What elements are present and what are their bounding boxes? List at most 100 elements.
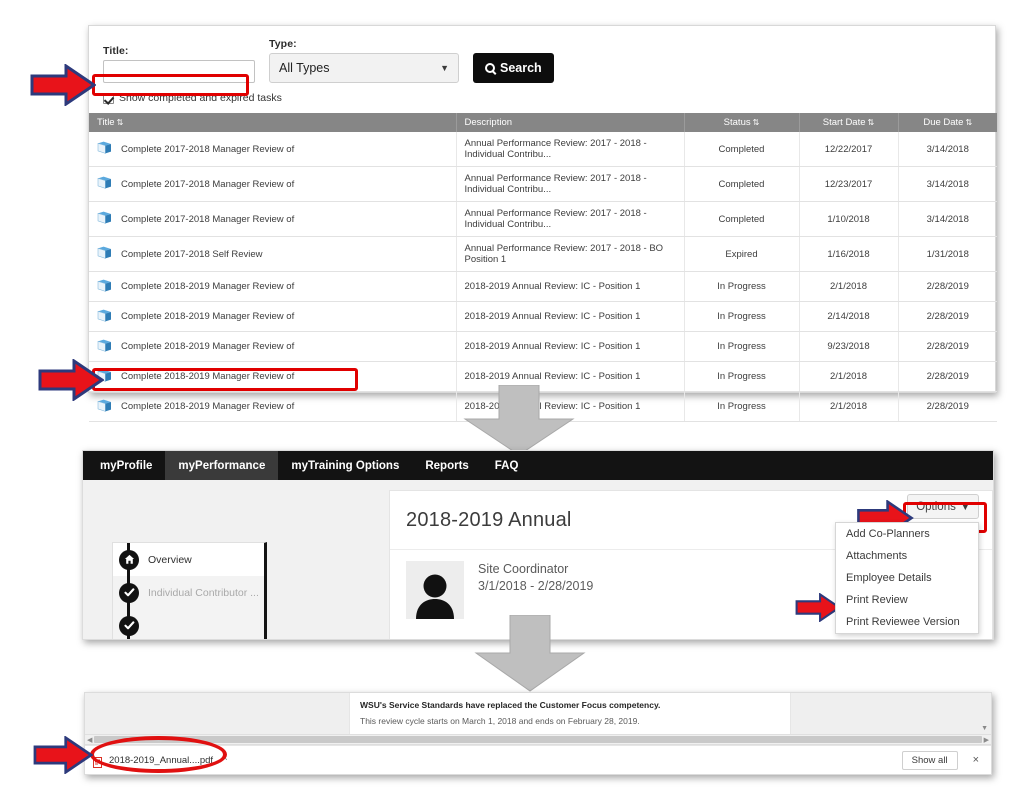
cell-title[interactable]: Complete 2017-2018 Manager Review of <box>89 201 457 237</box>
rail-item-next[interactable] <box>113 609 264 639</box>
nav-item-mytraining-options[interactable]: myTraining Options <box>278 451 412 480</box>
cell-title[interactable]: Complete 2017-2018 Manager Review of <box>89 166 457 202</box>
due-date-text: 2/28/2019 <box>926 341 969 352</box>
top-navigation: myProfile myPerformance myTraining Options… <box>83 451 993 480</box>
task-description-text: 2018-2019 Annual Review: IC - Position 1 <box>464 281 641 292</box>
performance-page-panel: myProfile myPerformance myTraining Options… <box>82 450 994 640</box>
task-title-text: Complete 2017-2018 Manager Review of <box>121 143 295 155</box>
cell-status: Expired <box>684 236 800 272</box>
menu-item-employee-details[interactable]: Employee Details <box>836 567 978 589</box>
due-date-text: 3/14/2018 <box>926 143 969 155</box>
menu-item-print-reviewee-version[interactable]: Print Reviewee Version <box>836 611 978 633</box>
task-table-body: Complete 2017-2018 Manager Review of Annu… <box>89 132 997 422</box>
type-select-value: All Types <box>279 61 330 75</box>
nav-item-myprofile[interactable]: myProfile <box>87 451 165 480</box>
options-button[interactable]: Options ▼ <box>907 494 979 519</box>
show-completed-checkbox-row[interactable]: Show completed and expired tasks <box>103 92 981 104</box>
cell-due-date: 2/28/2019 <box>898 271 997 302</box>
cell-title[interactable]: Complete 2018-2019 Manager Review of <box>89 331 457 362</box>
document-preview-strip: WSU's Service Standards have replaced th… <box>85 693 991 734</box>
menu-item-add-co-planners[interactable]: Add Co-Planners <box>836 523 978 545</box>
notebook-icon <box>97 339 112 355</box>
cell-start-date: 2/14/2018 <box>799 301 899 332</box>
cell-due-date: 3/14/2018 <box>898 166 997 202</box>
status-badge: In Progress <box>717 341 766 352</box>
col-header-status[interactable]: Status ⇅ <box>684 113 800 132</box>
cell-start-date: 1/16/2018 <box>799 236 899 272</box>
col-header-start-date[interactable]: Start Date ⇅ <box>799 113 899 132</box>
chevron-down-icon: ▼ <box>960 501 970 512</box>
title-search-input[interactable] <box>103 60 255 83</box>
horizontal-scrollbar[interactable]: ◀ ▶ <box>85 734 991 745</box>
task-description-text: 2018-2019 Annual Review: IC - Position 1 <box>464 311 641 322</box>
show-all-button[interactable]: Show all <box>901 750 958 770</box>
downloaded-file-name[interactable]: 2018-2019_Annual....pdf <box>109 755 213 766</box>
home-icon <box>119 549 139 570</box>
cell-status: Completed <box>684 166 800 202</box>
menu-item-attachments[interactable]: Attachments <box>836 545 978 567</box>
task-list-panel: Title: Type: All Types ▼ Search Show com… <box>88 25 997 422</box>
reviewee-dates: 3/1/2018 - 2/28/2019 <box>478 579 594 593</box>
cell-title[interactable]: Complete 2017-2018 Self Review <box>89 236 457 272</box>
search-button[interactable]: Search <box>473 53 554 83</box>
chevron-up-icon[interactable]: ^ <box>223 756 227 765</box>
table-row[interactable]: Complete 2018-2019 Manager Review of 2018… <box>89 331 997 362</box>
cell-start-date: 2/1/2018 <box>799 361 899 392</box>
cell-title[interactable]: Complete 2018-2019 Manager Review of <box>89 391 457 422</box>
table-row[interactable]: Complete 2018-2019 Manager Review of 2018… <box>89 301 997 332</box>
cell-title[interactable]: Complete 2017-2018 Manager Review of <box>89 132 457 167</box>
check-icon <box>119 615 139 636</box>
col-header-description[interactable]: Description <box>456 113 685 132</box>
due-date-text: 2/28/2019 <box>926 371 969 382</box>
start-date-text: 2/1/2018 <box>830 371 867 382</box>
cell-status: In Progress <box>684 271 800 302</box>
nav-item-reports[interactable]: Reports <box>412 451 481 480</box>
document-page: WSU's Service Standards have replaced th… <box>349 693 791 734</box>
cell-due-date: 2/28/2019 <box>898 391 997 422</box>
table-row[interactable]: Complete 2017-2018 Manager Review of Annu… <box>89 201 997 237</box>
cell-description: Annual Performance Review: 2017 - 2018 -… <box>456 236 685 272</box>
start-date-text: 1/16/2018 <box>827 248 870 260</box>
scroll-right-icon[interactable]: ▶ <box>984 736 989 744</box>
cell-title[interactable]: Complete 2018-2019 Manager Review of <box>89 271 457 302</box>
title-filter-group: Title: <box>103 45 255 83</box>
due-date-text: 2/28/2019 <box>926 311 969 322</box>
cell-description: 2018-2019 Annual Review: IC - Position 1 <box>456 271 685 302</box>
rail-item-overview-label: Overview <box>148 553 192 566</box>
scrollbar-thumb[interactable] <box>94 736 982 743</box>
start-date-text: 1/10/2018 <box>827 213 870 225</box>
flow-arrow-2 <box>472 614 588 698</box>
start-date-text: 2/1/2018 <box>830 281 867 292</box>
rail-item-individual-contributor[interactable]: Individual Contributor ... <box>113 576 264 609</box>
status-badge: In Progress <box>717 311 766 322</box>
cell-status: In Progress <box>684 301 800 332</box>
nav-item-myperformance[interactable]: myPerformance <box>165 451 279 480</box>
table-row[interactable]: Complete 2018-2019 Manager Review of 2018… <box>89 271 997 302</box>
sort-icon: ⇅ <box>116 118 124 127</box>
start-date-text: 2/1/2018 <box>830 401 867 412</box>
close-icon[interactable]: × <box>973 754 979 766</box>
show-completed-checkbox[interactable] <box>103 92 114 104</box>
cell-due-date: 3/14/2018 <box>898 132 997 167</box>
table-row[interactable]: Complete 2017-2018 Manager Review of Annu… <box>89 132 997 167</box>
cell-start-date: 2/1/2018 <box>799 391 899 422</box>
type-filter-label: Type: <box>269 38 297 50</box>
pdf-download-panel: WSU's Service Standards have replaced th… <box>84 692 992 775</box>
cell-due-date: 1/31/2018 <box>898 236 997 272</box>
type-select[interactable]: All Types ▼ <box>269 53 459 83</box>
col-header-title[interactable]: Title ⇅ <box>89 113 457 132</box>
nav-item-faq[interactable]: FAQ <box>482 451 532 480</box>
table-row[interactable]: Complete 2017-2018 Manager Review of Annu… <box>89 166 997 202</box>
start-date-text: 9/23/2018 <box>827 341 870 352</box>
chevron-down-icon: ▼ <box>440 63 449 73</box>
cell-title[interactable]: Complete 2018-2019 Manager Review of <box>89 301 457 332</box>
menu-item-print-review[interactable]: Print Review <box>836 589 978 611</box>
review-step-rail: Overview Individual Contributor ... <box>112 542 267 639</box>
table-row[interactable]: Complete 2017-2018 Self Review Annual Per… <box>89 236 997 272</box>
rail-item-overview[interactable]: Overview <box>113 543 264 576</box>
scroll-down-icon[interactable]: ▼ <box>981 725 988 732</box>
col-header-due-date[interactable]: Due Date ⇅ <box>898 113 997 132</box>
status-badge: In Progress <box>717 401 766 412</box>
cell-title[interactable]: Complete 2018-2019 Manager Review of <box>89 361 457 392</box>
task-description-text: Annual Performance Review: 2017 - 2018 -… <box>464 208 647 230</box>
